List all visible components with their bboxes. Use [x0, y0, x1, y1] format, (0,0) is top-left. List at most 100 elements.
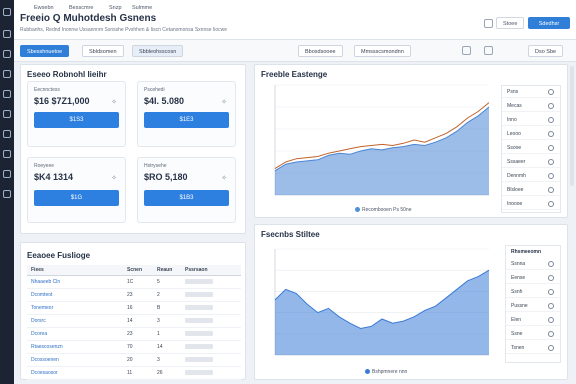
- toolbar-far-right-button[interactable]: Dso Sbe: [528, 45, 564, 57]
- nav-item-1[interactable]: Ewsebn: [34, 5, 54, 11]
- grid-icon[interactable]: [3, 30, 11, 38]
- col-header[interactable]: Pssrsaon: [181, 265, 241, 276]
- chart2-svg: [274, 248, 490, 356]
- cell: 70: [123, 340, 153, 354]
- home-icon[interactable]: [3, 8, 11, 16]
- cell: 1C: [123, 275, 153, 289]
- option-icon[interactable]: [548, 103, 554, 109]
- side-item-label: Inno: [507, 117, 517, 123]
- chart1-side-list: Psns Mecas Inno Leooo Ssooe Sssaeer Denn…: [501, 85, 561, 213]
- side-item[interactable]: Elen: [506, 314, 560, 326]
- col-header[interactable]: Fiees: [27, 265, 123, 276]
- cell: 16: [123, 301, 153, 315]
- user-menu-button[interactable]: Stoee: [496, 17, 525, 29]
- toolbar-right-button-1[interactable]: Bbosdsooee: [298, 45, 343, 57]
- side-item[interactable]: Tsnen: [506, 342, 560, 354]
- progress-chip: [185, 291, 213, 297]
- toolbar-button-2[interactable]: Sbldsomen: [82, 45, 124, 57]
- side-item[interactable]: Leooo: [502, 128, 560, 140]
- kpi-card-4[interactable]: Hstrysehe $RO 5,180 ✧ $1B3: [137, 157, 236, 223]
- side-item[interactable]: Eense: [506, 272, 560, 284]
- option-icon[interactable]: [548, 317, 554, 323]
- side-item[interactable]: Ssnh: [506, 286, 560, 298]
- nav-item-2[interactable]: Besscmre: [69, 5, 93, 11]
- chart-icon[interactable]: [3, 50, 11, 58]
- users-icon[interactable]: [3, 90, 11, 98]
- side-item[interactable]: Ssnna: [506, 258, 560, 270]
- cell-chip: [181, 327, 241, 341]
- nav-item-3[interactable]: Snzp: [109, 5, 122, 11]
- side-item[interactable]: Inoooe: [502, 198, 560, 210]
- side-item[interactable]: Ssne: [506, 328, 560, 340]
- kpi-card-3[interactable]: Roeyeee $K4 1314 ✧ $1G: [27, 157, 126, 223]
- side-item[interactable]: Dennmh: [502, 170, 560, 182]
- folder-icon[interactable]: [3, 70, 11, 78]
- table-row[interactable]: Dcoesaosor 11 26: [27, 366, 241, 380]
- side-item[interactable]: Sssaeer: [502, 156, 560, 168]
- option-icon[interactable]: [548, 345, 554, 351]
- option-icon[interactable]: [548, 201, 554, 207]
- trend-icon: ✧: [111, 99, 117, 106]
- primary-action-button[interactable]: Sdedhsr: [528, 17, 570, 29]
- option-icon[interactable]: [548, 131, 554, 137]
- lock-icon[interactable]: [3, 170, 11, 178]
- side-item[interactable]: Inno: [502, 114, 560, 126]
- option-icon[interactable]: [548, 117, 554, 123]
- cell-name[interactable]: Dcoesaosor: [27, 366, 123, 380]
- option-icon[interactable]: [548, 275, 554, 281]
- col-header[interactable]: Scnen: [123, 265, 153, 276]
- cell-name[interactable]: Dorsrc: [27, 314, 123, 328]
- cell-name[interactable]: Nhaaeeb Cln: [27, 275, 123, 289]
- option-icon[interactable]: [548, 89, 554, 95]
- option-icon[interactable]: [548, 173, 554, 179]
- side-item[interactable]: Ssooe: [502, 142, 560, 154]
- table-row[interactable]: Tonemeor 16 B: [27, 301, 241, 315]
- side-item[interactable]: Psns: [502, 86, 560, 98]
- bell-icon[interactable]: [3, 150, 11, 158]
- option-icon[interactable]: [548, 261, 554, 267]
- col-header[interactable]: Reaun: [153, 265, 181, 276]
- cell: 3: [153, 353, 181, 367]
- kpi-card-2[interactable]: Pscehedi $4I. 5.080 ✧ $1E3: [137, 81, 236, 147]
- calendar-icon[interactable]: [3, 110, 11, 118]
- table-row[interactable]: Rtaescosenzn 70 14: [27, 340, 241, 354]
- table-row[interactable]: Dcorea 23 1: [27, 327, 241, 341]
- chart2-panel: Fsecnbs Stiltee Bshpmnere nnn Rhsmeeomn …: [254, 224, 568, 380]
- kpi-panel: Eseeo Robnohl Iieihr Eecnnctess $16 $7Z1…: [20, 64, 246, 234]
- option-icon[interactable]: [548, 289, 554, 295]
- cell: 11: [123, 366, 153, 380]
- page-scrollbar[interactable]: [570, 66, 574, 186]
- table-row[interactable]: Nhaaeeb Cln 1C 5: [27, 275, 241, 289]
- toolbar-button-3[interactable]: Sbbleohsscosn: [132, 45, 184, 57]
- side-item[interactable]: Blsloee: [502, 184, 560, 196]
- option-icon[interactable]: [548, 145, 554, 151]
- side-item-label: Blsloee: [507, 187, 524, 193]
- option-icon[interactable]: [548, 187, 554, 193]
- cell-name[interactable]: Tonemeor: [27, 301, 123, 315]
- cell: 20: [123, 353, 153, 367]
- progress-chip: [185, 369, 213, 375]
- cell-name[interactable]: Rtaescosenzn: [27, 340, 123, 354]
- bookmark-icon[interactable]: [484, 19, 493, 28]
- filter-icon[interactable]: [484, 46, 493, 55]
- toolbar-button-1[interactable]: Sbesshnuetoe: [20, 45, 70, 57]
- edit-icon[interactable]: [462, 46, 471, 55]
- cell-name[interactable]: Dcorea: [27, 327, 123, 341]
- mail-icon[interactable]: [3, 130, 11, 138]
- option-icon[interactable]: [548, 331, 554, 337]
- kpi-bar: $1S3: [34, 112, 119, 128]
- side-item[interactable]: Mecas: [502, 100, 560, 112]
- nav-item-4[interactable]: Sulmme: [132, 5, 152, 11]
- cell-name[interactable]: Dcossoenen: [27, 353, 123, 367]
- table-row[interactable]: Dcomteot 23 2: [27, 288, 241, 302]
- toolbar-right-button-2[interactable]: Mmssscsmondnn: [354, 45, 411, 57]
- side-item[interactable]: Pussne: [506, 300, 560, 312]
- option-icon[interactable]: [548, 159, 554, 165]
- table-row[interactable]: Dorsrc 14 3: [27, 314, 241, 328]
- kpi-card-1[interactable]: Eecnnctess $16 $7Z1,000 ✧ $1S3: [27, 81, 126, 147]
- table-row[interactable]: Dcossoenen 20 3: [27, 353, 241, 367]
- settings-icon[interactable]: [3, 190, 11, 198]
- option-icon[interactable]: [548, 303, 554, 309]
- cell-name[interactable]: Dcomteot: [27, 288, 123, 302]
- cell: 26: [153, 366, 181, 380]
